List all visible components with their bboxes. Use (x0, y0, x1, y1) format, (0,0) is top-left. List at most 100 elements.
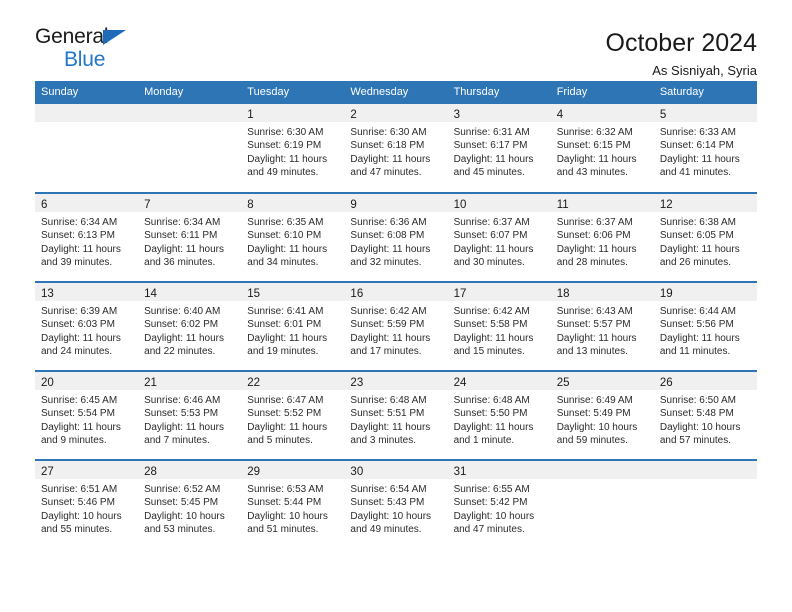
day-cell-body: Sunrise: 6:42 AM Sunset: 5:59 PM Daylight:… (344, 301, 447, 359)
day-number-band: 15 (241, 283, 345, 301)
day-cell[interactable]: 28 Sunrise: 6:52 AM Sunset: 5:45 PM Dayligh… (138, 459, 242, 549)
sunset-text: Sunset: 6:03 PM (41, 319, 115, 331)
sunrise-text: Sunrise: 6:46 AM (144, 395, 221, 406)
daylight-text-line1: Daylight: 11 hours (144, 332, 224, 344)
day-cell[interactable]: 22 Sunrise: 6:47 AM Sunset: 5:52 PM Dayligh… (241, 370, 345, 460)
daylight-text-line2: and 13 minutes. (556, 346, 628, 358)
sunrise-text: Sunrise: 6:54 AM (350, 484, 427, 495)
day-number: 25 (556, 377, 570, 389)
daylight-text-line1: Daylight: 11 hours (659, 243, 740, 255)
day-number-band: 6 (35, 194, 139, 212)
day-cell[interactable]: 16 Sunrise: 6:42 AM Sunset: 5:59 PM Dayligh… (344, 281, 448, 371)
daylight-text-line2: and 41 minutes. (659, 167, 732, 179)
weekday-header-tuesday: Tuesday (241, 81, 345, 104)
day-number: 13 (41, 288, 54, 300)
weekday-header-thursday: Thursday (447, 81, 551, 104)
day-number-band: 28 (138, 461, 242, 479)
day-cell[interactable]: 15 Sunrise: 6:41 AM Sunset: 6:01 PM Dayligh… (241, 281, 345, 371)
day-number-band (653, 461, 757, 479)
general-blue-logo[interactable]: General Blue (35, 26, 185, 72)
calendar-week-row: 13 Sunrise: 6:39 AM Sunset: 6:03 PM Dayligh… (35, 281, 757, 371)
day-number-band: 31 (447, 461, 551, 479)
day-number-band: 12 (653, 194, 757, 212)
day-cell[interactable]: 21 Sunrise: 6:46 AM Sunset: 5:53 PM Dayligh… (138, 370, 242, 460)
day-cell[interactable]: 29 Sunrise: 6:53 AM Sunset: 5:44 PM Dayligh… (241, 459, 345, 549)
day-cell-body: Sunrise: 6:36 AM Sunset: 6:08 PM Daylight:… (344, 212, 447, 270)
day-cell[interactable]: 4 Sunrise: 6:32 AM Sunset: 6:15 PM Daylight… (550, 104, 654, 193)
daylight-text-line1: Daylight: 11 hours (247, 153, 328, 165)
day-cell[interactable]: 10 Sunrise: 6:37 AM Sunset: 6:07 PM Dayligh… (447, 192, 551, 282)
day-cell-body: Sunrise: 6:34 AM Sunset: 6:11 PM Daylight:… (138, 212, 241, 270)
day-cell[interactable]: 1 Sunrise: 6:30 AM Sunset: 6:19 PM Daylight… (241, 104, 345, 193)
day-cell-body: Sunrise: 6:38 AM Sunset: 6:05 PM Daylight:… (654, 212, 757, 270)
sunset-text: Sunset: 5:54 PM (41, 408, 115, 420)
sunset-text: Sunset: 6:10 PM (247, 230, 322, 242)
day-number: 17 (453, 288, 467, 300)
day-cell-body (138, 122, 241, 126)
sunset-text: Sunset: 5:42 PM (453, 497, 528, 509)
daylight-text-line1: Daylight: 11 hours (247, 332, 328, 344)
day-cell[interactable]: 17 Sunrise: 6:42 AM Sunset: 5:58 PM Dayligh… (447, 281, 551, 371)
day-cell-body (551, 479, 654, 483)
day-cell-body: Sunrise: 6:33 AM Sunset: 6:14 PM Daylight:… (654, 122, 757, 180)
weekday-header-saturday: Saturday (653, 81, 757, 104)
day-cell[interactable]: 30 Sunrise: 6:54 AM Sunset: 5:43 PM Dayligh… (344, 459, 448, 549)
sunrise-text: Sunrise: 6:30 AM (350, 127, 427, 138)
weekday-header-wednesday: Wednesday (344, 81, 448, 104)
weekday-header-row: Sunday Monday Tuesday Wednesday Thursday Frid… (35, 81, 757, 104)
sunrise-text: Sunrise: 6:52 AM (144, 484, 221, 495)
daylight-text-line2: and 43 minutes. (556, 167, 628, 179)
daylight-text-line1: Daylight: 10 hours (144, 510, 225, 522)
day-number-band: 25 (550, 372, 654, 390)
day-cell[interactable]: 24 Sunrise: 6:48 AM Sunset: 5:50 PM Dayligh… (447, 370, 551, 460)
day-cell[interactable]: 9 Sunrise: 6:36 AM Sunset: 6:08 PM Daylight… (344, 192, 448, 282)
day-cell[interactable]: 25 Sunrise: 6:49 AM Sunset: 5:49 PM Dayligh… (550, 370, 654, 460)
day-cell[interactable]: 6 Sunrise: 6:34 AM Sunset: 6:13 PM Daylight… (35, 192, 139, 282)
sunrise-text: Sunrise: 6:35 AM (247, 217, 324, 228)
day-cell[interactable]: 23 Sunrise: 6:48 AM Sunset: 5:51 PM Dayligh… (344, 370, 448, 460)
day-cell[interactable]: 14 Sunrise: 6:40 AM Sunset: 6:02 PM Dayligh… (138, 281, 242, 371)
daylight-text-line2: and 39 minutes. (41, 257, 113, 269)
sunset-text: Sunset: 5:45 PM (144, 497, 219, 509)
day-cell[interactable]: 31 Sunrise: 6:55 AM Sunset: 5:42 PM Dayligh… (447, 459, 551, 549)
daylight-text-line1: Daylight: 11 hours (350, 421, 431, 433)
day-cell-body: Sunrise: 6:44 AM Sunset: 5:56 PM Daylight:… (654, 301, 757, 359)
day-cell[interactable]: 12 Sunrise: 6:38 AM Sunset: 6:05 PM Dayligh… (653, 192, 757, 282)
day-cell[interactable]: 3 Sunrise: 6:31 AM Sunset: 6:17 PM Daylight… (447, 104, 551, 193)
day-cell-body: Sunrise: 6:30 AM Sunset: 6:18 PM Daylight:… (344, 122, 447, 180)
day-cell[interactable]: 13 Sunrise: 6:39 AM Sunset: 6:03 PM Dayligh… (35, 281, 139, 371)
day-number: 30 (350, 466, 364, 478)
day-cell[interactable]: 11 Sunrise: 6:37 AM Sunset: 6:06 PM Dayligh… (550, 192, 654, 282)
daylight-text-line2: and 34 minutes. (247, 257, 319, 269)
calendar-week-row: 27 Sunrise: 6:51 AM Sunset: 5:46 PM Dayligh… (35, 459, 757, 549)
day-cell[interactable]: 18 Sunrise: 6:43 AM Sunset: 5:57 PM Dayligh… (550, 281, 654, 371)
day-cell[interactable]: 27 Sunrise: 6:51 AM Sunset: 5:46 PM Dayligh… (35, 459, 139, 549)
day-number-band: 16 (344, 283, 448, 301)
title-block: October 2024 As Sisniyah, Syria (606, 26, 758, 81)
day-number: 19 (659, 288, 673, 300)
daylight-text-line1: Daylight: 11 hours (144, 421, 224, 433)
daylight-text-line2: and 45 minutes. (453, 167, 525, 179)
day-cell[interactable]: 26 Sunrise: 6:50 AM Sunset: 5:48 PM Dayligh… (653, 370, 757, 460)
sunrise-text: Sunrise: 6:34 AM (144, 217, 221, 228)
day-cell[interactable]: 7 Sunrise: 6:34 AM Sunset: 6:11 PM Daylight… (138, 192, 242, 282)
sunrise-text: Sunrise: 6:33 AM (659, 127, 736, 138)
sunset-text: Sunset: 5:48 PM (659, 408, 734, 420)
day-number: 2 (350, 109, 357, 121)
day-number: 12 (659, 199, 673, 211)
day-number-band: 14 (138, 283, 242, 301)
day-cell[interactable]: 20 Sunrise: 6:45 AM Sunset: 5:54 PM Dayligh… (35, 370, 139, 460)
day-cell[interactable]: 19 Sunrise: 6:44 AM Sunset: 5:56 PM Dayligh… (653, 281, 757, 371)
day-number-band: 2 (344, 104, 448, 122)
daylight-text-line2: and 26 minutes. (659, 257, 732, 269)
daylight-text-line1: Daylight: 10 hours (350, 510, 432, 522)
page-subtitle: As Sisniyah, Syria (652, 63, 757, 78)
sunrise-text: Sunrise: 6:53 AM (247, 484, 324, 495)
day-cell[interactable]: 8 Sunrise: 6:35 AM Sunset: 6:10 PM Daylight… (241, 192, 345, 282)
sunrise-text: Sunrise: 6:34 AM (41, 217, 118, 228)
sunset-text: Sunset: 5:56 PM (659, 319, 734, 331)
day-cell[interactable]: 2 Sunrise: 6:30 AM Sunset: 6:18 PM Daylight… (344, 104, 448, 193)
sunrise-text: Sunrise: 6:42 AM (453, 306, 530, 317)
day-cell[interactable]: 5 Sunrise: 6:33 AM Sunset: 6:14 PM Daylight… (653, 104, 757, 193)
sunset-text: Sunset: 5:58 PM (453, 319, 528, 331)
